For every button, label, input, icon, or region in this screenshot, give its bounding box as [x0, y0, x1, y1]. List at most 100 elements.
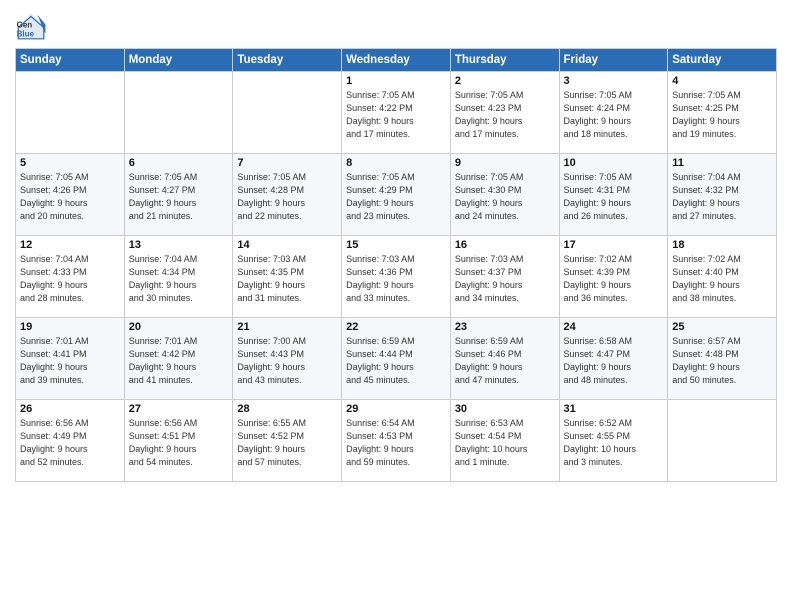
day-of-week-header: Saturday — [668, 49, 777, 72]
day-number: 7 — [237, 157, 337, 169]
calendar-cell: 13 Sunrise: 7:04 AM Sunset: 4:34 PM Dayli… — [124, 236, 233, 318]
day-number: 23 — [455, 321, 555, 333]
logo-icon: Gen Blue — [15, 10, 47, 42]
calendar-cell: 24 Sunrise: 6:58 AM Sunset: 4:47 PM Dayli… — [559, 318, 668, 400]
day-number: 17 — [564, 239, 664, 251]
calendar-cell: 8 Sunrise: 7:05 AM Sunset: 4:29 PM Daylig… — [342, 154, 451, 236]
day-info: Sunrise: 6:56 AM Sunset: 4:51 PM Dayligh… — [129, 417, 229, 469]
calendar-cell: 28Sunrise: 6:55 AM Sunset: 4:52 PM Dayli… — [233, 400, 342, 482]
calendar-header-row: SundayMondayTuesdayWednesdayThursdayFrid… — [16, 49, 777, 72]
calendar-cell: 15 Sunrise: 7:03 AM Sunset: 4:36 PM Dayli… — [342, 236, 451, 318]
day-number: 6 — [129, 157, 229, 169]
day-number: 4 — [672, 75, 772, 87]
calendar-cell: 18 Sunrise: 7:02 AM Sunset: 4:40 PM Dayli… — [668, 236, 777, 318]
day-info: Sunrise: 7:05 AM Sunset: 4:23 PM Dayligh… — [455, 89, 555, 141]
calendar-week-row: 19 Sunrise: 7:01 AM Sunset: 4:41 PM Dayli… — [16, 318, 777, 400]
calendar-cell: 30Sunrise: 6:53 AM Sunset: 4:54 PM Dayli… — [450, 400, 559, 482]
day-number: 16 — [455, 239, 555, 251]
calendar-cell — [16, 72, 125, 154]
calendar-cell: 1Sunrise: 7:05 AM Sunset: 4:22 PM Daylig… — [342, 72, 451, 154]
day-number: 24 — [564, 321, 664, 333]
day-number: 8 — [346, 157, 446, 169]
day-info: Sunrise: 6:56 AM Sunset: 4:49 PM Dayligh… — [20, 417, 120, 469]
calendar-cell: 11Sunrise: 7:04 AM Sunset: 4:32 PM Dayli… — [668, 154, 777, 236]
calendar-week-row: 26 Sunrise: 6:56 AM Sunset: 4:49 PM Dayli… — [16, 400, 777, 482]
day-number: 20 — [129, 321, 229, 333]
calendar-cell: 27 Sunrise: 6:56 AM Sunset: 4:51 PM Dayli… — [124, 400, 233, 482]
header: Gen Blue — [15, 10, 777, 42]
calendar-cell — [668, 400, 777, 482]
day-info: Sunrise: 7:05 AM Sunset: 4:28 PM Dayligh… — [237, 171, 337, 223]
day-info: Sunrise: 7:03 AM Sunset: 4:35 PM Dayligh… — [237, 253, 337, 305]
day-info: Sunrise: 6:58 AM Sunset: 4:47 PM Dayligh… — [564, 335, 664, 387]
day-number: 15 — [346, 239, 446, 251]
day-info: Sunrise: 7:02 AM Sunset: 4:40 PM Dayligh… — [672, 253, 772, 305]
day-info: Sunrise: 7:05 AM Sunset: 4:25 PM Dayligh… — [672, 89, 772, 141]
day-info: Sunrise: 7:00 AM Sunset: 4:43 PM Dayligh… — [237, 335, 337, 387]
day-info: Sunrise: 7:05 AM Sunset: 4:29 PM Dayligh… — [346, 171, 446, 223]
calendar-cell: 5Sunrise: 7:05 AM Sunset: 4:26 PM Daylig… — [16, 154, 125, 236]
calendar-cell: 9 Sunrise: 7:05 AM Sunset: 4:30 PM Daylig… — [450, 154, 559, 236]
calendar-cell: 16 Sunrise: 7:03 AM Sunset: 4:37 PM Dayli… — [450, 236, 559, 318]
calendar-cell — [233, 72, 342, 154]
day-info: Sunrise: 7:04 AM Sunset: 4:32 PM Dayligh… — [672, 171, 772, 223]
calendar-cell: 7 Sunrise: 7:05 AM Sunset: 4:28 PM Daylig… — [233, 154, 342, 236]
day-of-week-header: Thursday — [450, 49, 559, 72]
calendar-table: SundayMondayTuesdayWednesdayThursdayFrid… — [15, 48, 777, 482]
day-of-week-header: Sunday — [16, 49, 125, 72]
page: Gen Blue SundayMondayTuesdayWednesdayThu… — [0, 0, 792, 612]
calendar-week-row: 12Sunrise: 7:04 AM Sunset: 4:33 PM Dayli… — [16, 236, 777, 318]
day-info: Sunrise: 7:05 AM Sunset: 4:27 PM Dayligh… — [129, 171, 229, 223]
day-of-week-header: Monday — [124, 49, 233, 72]
calendar-cell: 26 Sunrise: 6:56 AM Sunset: 4:49 PM Dayli… — [16, 400, 125, 482]
day-number: 18 — [672, 239, 772, 251]
calendar-cell: 14 Sunrise: 7:03 AM Sunset: 4:35 PM Dayli… — [233, 236, 342, 318]
calendar-cell: 17 Sunrise: 7:02 AM Sunset: 4:39 PM Dayli… — [559, 236, 668, 318]
day-number: 12 — [20, 239, 120, 251]
calendar-cell: 29 Sunrise: 6:54 AM Sunset: 4:53 PM Dayli… — [342, 400, 451, 482]
day-number: 22 — [346, 321, 446, 333]
day-info: Sunrise: 7:02 AM Sunset: 4:39 PM Dayligh… — [564, 253, 664, 305]
day-info: Sunrise: 7:03 AM Sunset: 4:37 PM Dayligh… — [455, 253, 555, 305]
day-info: Sunrise: 6:57 AM Sunset: 4:48 PM Dayligh… — [672, 335, 772, 387]
day-info: Sunrise: 7:03 AM Sunset: 4:36 PM Dayligh… — [346, 253, 446, 305]
logo: Gen Blue — [15, 10, 49, 42]
calendar-cell: 20 Sunrise: 7:01 AM Sunset: 4:42 PM Dayli… — [124, 318, 233, 400]
day-info: Sunrise: 7:01 AM Sunset: 4:41 PM Dayligh… — [20, 335, 120, 387]
day-number: 14 — [237, 239, 337, 251]
day-info: Sunrise: 7:05 AM Sunset: 4:31 PM Dayligh… — [564, 171, 664, 223]
calendar-week-row: 1Sunrise: 7:05 AM Sunset: 4:22 PM Daylig… — [16, 72, 777, 154]
day-number: 27 — [129, 403, 229, 415]
day-number: 29 — [346, 403, 446, 415]
day-number: 26 — [20, 403, 120, 415]
day-number: 5 — [20, 157, 120, 169]
day-number: 25 — [672, 321, 772, 333]
day-info: Sunrise: 7:05 AM Sunset: 4:30 PM Dayligh… — [455, 171, 555, 223]
calendar-cell: 22Sunrise: 6:59 AM Sunset: 4:44 PM Dayli… — [342, 318, 451, 400]
day-info: Sunrise: 6:54 AM Sunset: 4:53 PM Dayligh… — [346, 417, 446, 469]
day-number: 28 — [237, 403, 337, 415]
day-info: Sunrise: 7:04 AM Sunset: 4:34 PM Dayligh… — [129, 253, 229, 305]
day-info: Sunrise: 6:52 AM Sunset: 4:55 PM Dayligh… — [564, 417, 664, 469]
day-info: Sunrise: 7:01 AM Sunset: 4:42 PM Dayligh… — [129, 335, 229, 387]
calendar-cell: 10 Sunrise: 7:05 AM Sunset: 4:31 PM Dayli… — [559, 154, 668, 236]
calendar-cell: 3Sunrise: 7:05 AM Sunset: 4:24 PM Daylig… — [559, 72, 668, 154]
day-of-week-header: Wednesday — [342, 49, 451, 72]
calendar-cell: 2Sunrise: 7:05 AM Sunset: 4:23 PM Daylig… — [450, 72, 559, 154]
day-number: 13 — [129, 239, 229, 251]
day-number: 30 — [455, 403, 555, 415]
day-number: 10 — [564, 157, 664, 169]
calendar-cell: 23Sunrise: 6:59 AM Sunset: 4:46 PM Dayli… — [450, 318, 559, 400]
day-number: 19 — [20, 321, 120, 333]
calendar-cell: 25 Sunrise: 6:57 AM Sunset: 4:48 PM Dayli… — [668, 318, 777, 400]
calendar-cell — [124, 72, 233, 154]
day-number: 21 — [237, 321, 337, 333]
day-of-week-header: Tuesday — [233, 49, 342, 72]
calendar-week-row: 5Sunrise: 7:05 AM Sunset: 4:26 PM Daylig… — [16, 154, 777, 236]
calendar-cell: 19 Sunrise: 7:01 AM Sunset: 4:41 PM Dayli… — [16, 318, 125, 400]
day-number: 3 — [564, 75, 664, 87]
calendar-cell: 31 Sunrise: 6:52 AM Sunset: 4:55 PM Dayli… — [559, 400, 668, 482]
day-number: 31 — [564, 403, 664, 415]
day-number: 9 — [455, 157, 555, 169]
day-number: 1 — [346, 75, 446, 87]
